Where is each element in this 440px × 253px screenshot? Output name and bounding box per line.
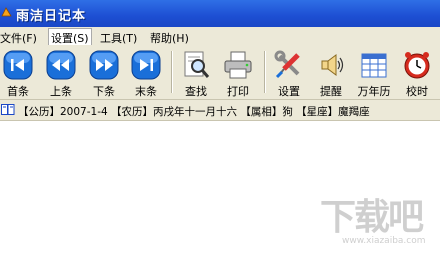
calendar-button[interactable]: 万年历: [356, 50, 392, 98]
clock-button[interactable]: 校时: [399, 50, 435, 98]
first-record-icon: [3, 50, 33, 80]
watermark-logo: 下载吧: [320, 197, 424, 238]
find-button[interactable]: 查找: [178, 50, 214, 98]
speaker-icon: [321, 54, 344, 76]
menu-tools[interactable]: 工具(T): [100, 30, 137, 46]
clock-label: 校时: [406, 85, 428, 98]
watermark-url: www.xiazaiba.com: [342, 236, 426, 246]
next-record-label: 下条: [93, 85, 115, 98]
remind-button[interactable]: 提醒: [313, 50, 349, 98]
next-record-icon: [89, 50, 119, 80]
book-icon: [1, 104, 15, 115]
clock-icon: [404, 52, 430, 79]
menu-help[interactable]: 帮助(H): [150, 30, 189, 46]
date-info-text: 【公历】2007-1-4 【农历】丙戌年十一月十六 【属相】狗 【星座】魔羯座: [18, 106, 370, 118]
remind-label: 提醒: [320, 85, 342, 98]
last-record-icon: [131, 50, 161, 80]
menu-file[interactable]: 文件(F): [0, 30, 37, 46]
calendar-label: 万年历: [357, 85, 391, 98]
first-record-button[interactable]: 首条: [0, 50, 36, 98]
toolbar: 首条 上条 下条 末条 查找 打印 设置 提醒 万年历 校时: [0, 45, 440, 100]
first-record-label: 首条: [7, 85, 29, 98]
prev-record-button[interactable]: 上条: [43, 50, 79, 98]
printer-icon: [224, 51, 252, 79]
menu-bar: 文件(F) 设置(S) 工具(T) 帮助(H): [0, 27, 440, 48]
title-bar: 雨洁日记本: [0, 0, 440, 27]
wrench-screwdriver-icon: [274, 50, 300, 79]
toolbar-separator: [171, 51, 173, 93]
toolbar-separator: [264, 51, 266, 93]
last-record-label: 末条: [135, 85, 157, 98]
last-record-button[interactable]: 末条: [128, 50, 164, 98]
date-info-bar: 【公历】2007-1-4 【农历】丙戌年十一月十六 【属相】狗 【星座】魔羯座: [0, 100, 440, 121]
window-title: 雨洁日记本: [16, 9, 87, 24]
print-label: 打印: [227, 85, 249, 98]
print-button[interactable]: 打印: [220, 50, 256, 98]
calendar-icon: [361, 53, 387, 78]
prev-record-label: 上条: [50, 85, 72, 98]
settings-button[interactable]: 设置: [271, 50, 307, 98]
settings-label: 设置: [278, 85, 300, 98]
find-label: 查找: [185, 85, 207, 98]
app-icon: [1, 7, 12, 17]
magnifier-icon: [184, 51, 210, 78]
prev-record-icon: [46, 50, 76, 80]
next-record-button[interactable]: 下条: [86, 50, 122, 98]
